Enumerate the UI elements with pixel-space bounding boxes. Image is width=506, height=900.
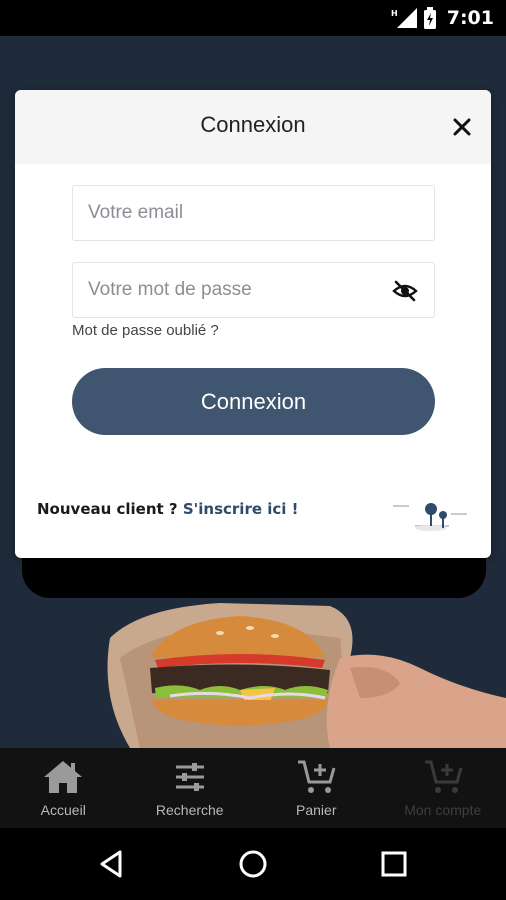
- login-modal: Connexion Mot de passe oublié ? Connexio…: [15, 90, 491, 558]
- password-field: [72, 262, 435, 318]
- cart-add-icon: [424, 760, 463, 793]
- modal-header: Connexion: [15, 90, 491, 164]
- nav-item-recherche[interactable]: Recherche: [127, 748, 254, 828]
- recents-icon[interactable]: [378, 848, 410, 880]
- password-input[interactable]: [73, 263, 434, 317]
- signup-row: Nouveau client ? S'inscrire ici !: [37, 500, 298, 518]
- burger-image: [107, 603, 506, 748]
- filter-icon: [175, 763, 204, 791]
- nav-label-mon-compte: Mon compte: [404, 802, 482, 818]
- close-icon[interactable]: [451, 116, 473, 138]
- new-client-text: Nouveau client ?: [37, 500, 178, 518]
- nav-item-accueil[interactable]: Accueil: [0, 748, 127, 828]
- login-button[interactable]: Connexion: [72, 368, 435, 435]
- status-time: 7:01: [446, 7, 494, 29]
- nav-item-mon-compte[interactable]: Mon compte: [380, 748, 506, 828]
- email-field: [72, 185, 435, 241]
- home-icon: [44, 761, 83, 793]
- nav-label-recherche: Recherche: [155, 802, 224, 818]
- signup-link[interactable]: S'inscrire ici !: [183, 500, 299, 518]
- forgot-password-link[interactable]: Mot de passe oublié ?: [72, 322, 219, 339]
- eye-off-icon[interactable]: [392, 279, 418, 303]
- home-button-icon[interactable]: [237, 848, 269, 880]
- cart-add-icon: [298, 760, 336, 793]
- nav-item-panier[interactable]: Panier: [253, 748, 380, 828]
- bottom-navigation: Accueil Recherche Panier Mon compte: [0, 748, 506, 828]
- back-icon[interactable]: [96, 848, 128, 880]
- status-bar: H 7:01: [0, 0, 506, 36]
- nav-label-panier: Panier: [296, 802, 337, 818]
- svg-text:H: H: [391, 9, 398, 18]
- signal-icon: H: [391, 8, 417, 28]
- modal-title: Connexion: [200, 112, 306, 137]
- background-card: [22, 556, 486, 598]
- email-input[interactable]: [73, 186, 434, 240]
- map-pin-illustration: [393, 503, 467, 531]
- battery-icon: [423, 7, 436, 29]
- nav-label-accueil: Accueil: [40, 802, 86, 818]
- status-icons: H 7:01: [391, 6, 494, 30]
- system-navigation-bar: [0, 828, 506, 900]
